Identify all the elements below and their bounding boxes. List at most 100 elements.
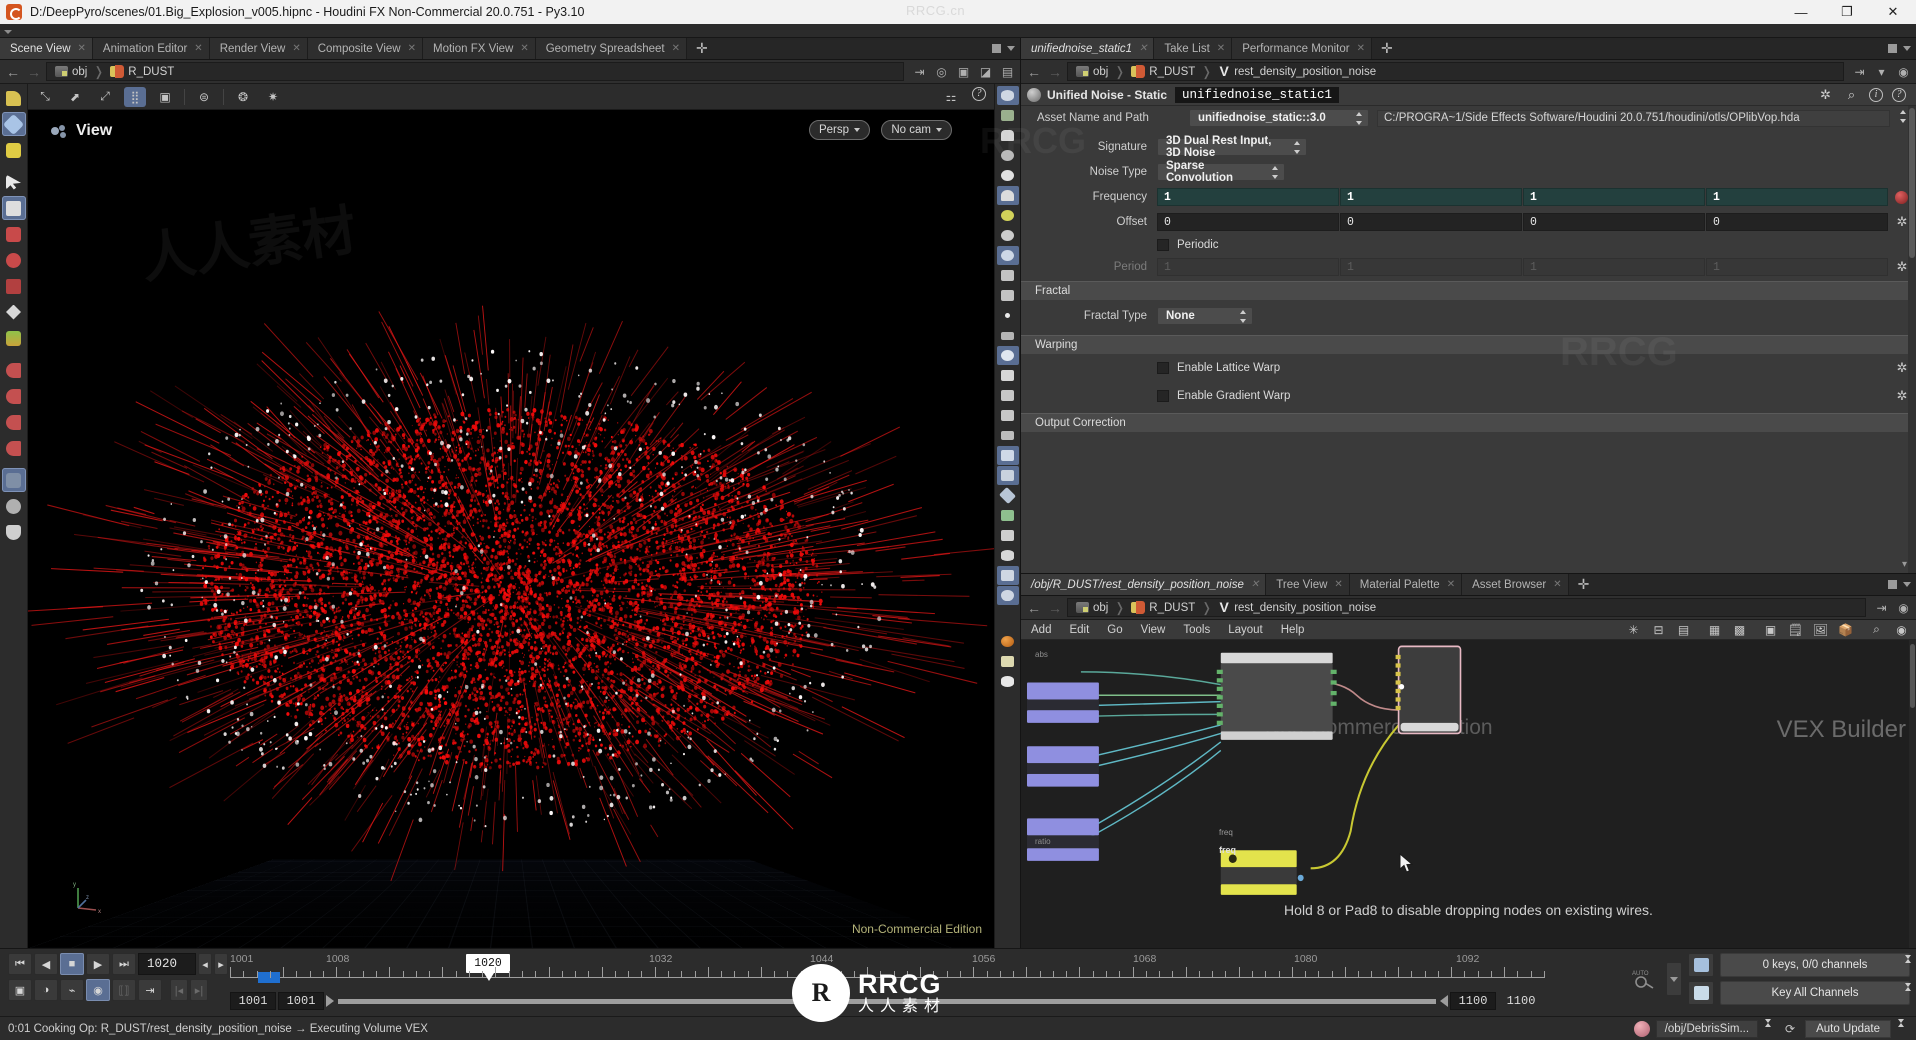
section-fractal[interactable]: Fractal [1021, 281, 1916, 300]
tab-close-icon[interactable]: ✕ [1447, 579, 1455, 590]
frame-range-slider[interactable] [338, 998, 1436, 1004]
node-name-field[interactable]: unifiednoise_static1 [1175, 86, 1340, 103]
menu-help[interactable]: Help [1281, 624, 1305, 636]
show-normals-icon[interactable] [996, 246, 1019, 265]
noise-type-menu[interactable]: Sparse Convolution [1157, 160, 1285, 184]
spinner-icon[interactable] [1271, 166, 1280, 179]
key-all-channels-menu[interactable]: Key All Channels [1720, 981, 1911, 1005]
material-sphere-icon[interactable] [997, 632, 1019, 651]
light-display-icon[interactable] [996, 566, 1019, 585]
global-start-frame-input[interactable]: 1001 [230, 992, 276, 1010]
breadcrumb-r-dust[interactable]: R_DUST [1127, 601, 1199, 614]
tab-close-icon[interactable]: ✕ [1139, 43, 1147, 54]
tab-motion-fx-view[interactable]: Motion FX View ✕ [423, 38, 536, 59]
breadcrumb-obj[interactable]: obj [51, 66, 91, 78]
tab-network-path[interactable]: /obj/R_DUST/rest_density_position_noise ✕ [1021, 574, 1267, 595]
show-vectors-icon[interactable] [997, 266, 1019, 285]
update-mode-menu[interactable]: Auto Update [1805, 1019, 1891, 1038]
select-mode-icon[interactable]: ⤡ [34, 87, 56, 107]
breadcrumb-obj[interactable]: obj [1072, 66, 1112, 78]
display-flag-icon[interactable]: ▣ [955, 63, 972, 80]
pin-icon[interactable]: ⇥ [911, 63, 928, 80]
gradient-warp-checkbox[interactable] [1157, 390, 1169, 402]
tab-close-icon[interactable]: ✕ [1334, 579, 1342, 590]
asset-path-menu-icon[interactable] [1899, 110, 1908, 126]
tab-tree-view[interactable]: Tree View ✕ [1266, 574, 1350, 595]
breadcrumb-r-dust[interactable]: R_DUST [106, 65, 178, 78]
spinner-icon[interactable] [1239, 310, 1248, 323]
menu-add[interactable]: Add [1031, 624, 1051, 636]
pin-icon[interactable]: ⇥ [1851, 63, 1868, 80]
menu-view[interactable]: View [1141, 624, 1166, 636]
shading-mode-icon[interactable] [997, 166, 1019, 185]
select-tool-icon[interactable] [2, 170, 26, 194]
move-tool-icon[interactable] [2, 222, 26, 246]
offset-x-input[interactable]: 0 [1157, 213, 1339, 231]
frequency-animated-indicator-icon[interactable] [1895, 190, 1908, 204]
spinner-icon[interactable] [1293, 141, 1302, 154]
pane-menu-icon[interactable] [1903, 46, 1911, 51]
node-sync-icon[interactable]: ◉ [1895, 599, 1912, 616]
menu-tools[interactable]: Tools [1183, 624, 1210, 636]
brush-icon[interactable] [997, 326, 1019, 345]
scale-tool-icon[interactable] [2, 274, 26, 298]
pin-icon[interactable]: ⇥ [1873, 599, 1890, 616]
tab-scene-view[interactable]: Scene View ✕ [0, 38, 93, 59]
search-icon[interactable]: ⌕ [1868, 622, 1885, 638]
section-output-correction[interactable]: Output Correction [1021, 413, 1916, 432]
lasso-select-icon[interactable]: ⬈ [64, 87, 86, 107]
viewport-canvas[interactable]: View Persp No cam y x z Non-Commercial E… [28, 110, 994, 948]
snap-grid-icon[interactable] [2, 358, 26, 382]
signature-menu[interactable]: 3D Dual Rest Input, 3D Noise [1157, 135, 1307, 159]
ghost-display-icon[interactable] [997, 106, 1019, 125]
pane-maximize-icon[interactable] [992, 44, 1001, 53]
tab-close-icon[interactable]: ✕ [1251, 579, 1259, 590]
auto-key-icon[interactable]: AUTO [1626, 962, 1660, 996]
forward-icon[interactable]: → [25, 63, 43, 81]
package-icon[interactable]: 📦 [1837, 622, 1854, 638]
rig-pose-icon[interactable] [2, 300, 26, 324]
pane-menu-icon[interactable] [1903, 582, 1911, 587]
parameter-scrollbar[interactable] [1908, 106, 1916, 573]
simulation-reset-icon[interactable]: ◉ [86, 979, 110, 1001]
particle-mode-icon[interactable] [2, 138, 26, 162]
sim-node-path-field[interactable]: /obj/DebrisSim... [1655, 1019, 1759, 1038]
snap-multi-icon[interactable] [2, 436, 26, 460]
jump-to-end-button[interactable]: ⏭ [112, 953, 136, 975]
parameter-scroll-down-icon[interactable]: ▾ [1902, 559, 1914, 571]
network-breadcrumb[interactable]: obj ❭ R_DUST ❭ V rest_density_position_n… [1067, 598, 1866, 617]
network-box-icon[interactable]: ▣ [1762, 622, 1779, 638]
add-tab-button[interactable]: ✛ [1372, 38, 1402, 59]
breadcrumb-rest-density-position-noise[interactable]: V rest_density_position_noise [1214, 64, 1380, 78]
breadcrumb-rest-density-position-noise[interactable]: V rest_density_position_noise [1214, 600, 1380, 614]
points-display-icon[interactable]: ⣿ [124, 86, 146, 107]
handle-lock-icon[interactable] [1, 196, 26, 220]
info-icon[interactable]: i [1869, 87, 1883, 102]
tab-unifiednoise-static1[interactable]: unifiednoise_static1 ✕ [1021, 38, 1155, 59]
snapshot-icon[interactable]: ⚏ [940, 87, 962, 107]
tab-close-icon[interactable]: ✕ [672, 43, 680, 54]
keys-channels-menu[interactable]: 0 keys, 0/0 channels [1720, 953, 1911, 977]
tab-close-icon[interactable]: ✕ [520, 43, 528, 54]
back-icon[interactable]: ← [1025, 599, 1043, 617]
show-point-numbers-icon[interactable] [997, 226, 1019, 245]
lattice-warp-gear-icon[interactable]: ✲ [1895, 361, 1909, 375]
list-view-icon[interactable]: ▤ [1675, 622, 1692, 638]
update-mode-spinner-icon[interactable] [1897, 1018, 1908, 1037]
auto-key-menu-icon[interactable] [1666, 962, 1682, 996]
selection-mode-icon[interactable]: ▣ [8, 979, 32, 1001]
offset-z-input[interactable]: 0 [1523, 213, 1705, 231]
step-back-button[interactable]: ◂ [198, 953, 212, 975]
scene-breadcrumb[interactable]: obj ❭ R_DUST [46, 62, 904, 81]
background-image-icon[interactable] [996, 466, 1019, 485]
network-scrollbar[interactable] [1909, 640, 1916, 948]
add-tab-button[interactable]: ✛ [687, 38, 717, 59]
show-velocity-icon[interactable] [997, 286, 1019, 305]
uv-display-icon[interactable] [997, 506, 1019, 525]
frequency-z-input[interactable]: 1 [1523, 188, 1705, 206]
magnifier-icon[interactable] [996, 346, 1019, 365]
color-palette-icon[interactable]: ▦ [1706, 622, 1723, 638]
prev-keyframe-button[interactable]: |◂ [170, 979, 188, 1001]
tab-material-palette[interactable]: Material Palette ✕ [1349, 574, 1463, 595]
hierarchy-icon[interactable]: ⊟ [1650, 622, 1667, 638]
